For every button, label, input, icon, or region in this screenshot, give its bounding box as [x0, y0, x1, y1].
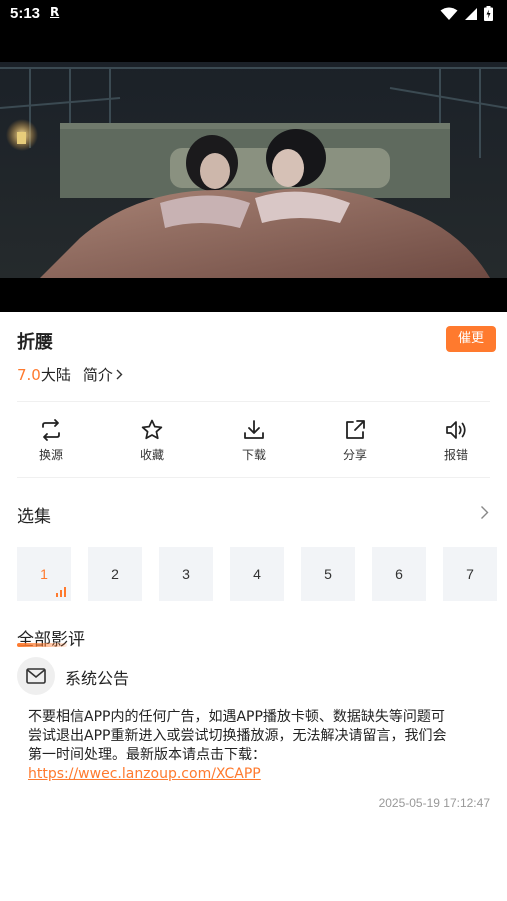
speaker-icon [446, 421, 466, 439]
action-bar: 换源 收藏 下载 分享 报错 [0, 418, 507, 466]
notice-text: 不要相信APP内的任何广告，如遇APP播放卡顿、数据缺失等问题可尝试退出APP重… [28, 709, 447, 763]
urge-update-button[interactable]: 催更 [446, 326, 496, 352]
episode-button[interactable]: 2 [88, 547, 142, 601]
episode-number: 7 [466, 566, 474, 582]
mail-icon [26, 668, 46, 684]
chevron-right-icon[interactable] [480, 505, 489, 520]
intro-label: 简介 [82, 366, 113, 384]
episode-button[interactable]: 7 [443, 547, 497, 601]
switch-source-button[interactable]: 换源 [16, 418, 86, 463]
episode-number: 2 [111, 566, 119, 582]
status-icons [440, 6, 493, 21]
chevron-right-icon [116, 369, 123, 380]
episode-number: 4 [253, 566, 261, 582]
episode-button[interactable]: 5 [301, 547, 355, 601]
download-icon [244, 420, 264, 439]
episode-number: 5 [324, 566, 332, 582]
episode-number: 1 [40, 566, 48, 582]
episode-button[interactable]: 1 [17, 547, 71, 601]
status-time: 5:13 [10, 5, 41, 22]
video-frame [0, 62, 507, 278]
switch-source-label: 换源 [38, 448, 63, 462]
favorite-button[interactable]: 收藏 [117, 418, 187, 463]
notice-author: 系统公告 [65, 669, 130, 688]
favorite-label: 收藏 [139, 448, 164, 462]
share-button[interactable]: 分享 [320, 418, 390, 463]
share-label: 分享 [342, 448, 367, 462]
battery-icon [484, 6, 493, 21]
share-icon [346, 420, 365, 439]
download-label: 下载 [241, 448, 266, 462]
playing-bars-icon [56, 587, 66, 597]
wifi-icon [440, 7, 458, 20]
reviews-underline [17, 643, 67, 647]
report-error-label: 报错 [443, 448, 468, 462]
show-title: 折腰 [17, 332, 53, 353]
signal-icon [465, 7, 477, 20]
notice-body: 不要相信APP内的任何广告，如遇APP播放卡顿、数据缺失等问题可尝试退出APP重… [28, 708, 448, 784]
show-meta: 7.0 大陆 简介 [17, 364, 123, 385]
episode-number: 3 [182, 566, 190, 582]
notice-timestamp: 2025-05-19 17:12:47 [378, 796, 490, 810]
score: 7.0 [17, 365, 41, 384]
status-bar: 5:13 R [0, 0, 507, 28]
video-player[interactable] [0, 28, 507, 312]
episodes-title[interactable]: 选集 [17, 502, 51, 527]
episode-button[interactable]: 4 [230, 547, 284, 601]
episode-number: 6 [395, 566, 403, 582]
episode-button[interactable]: 3 [159, 547, 213, 601]
divider [17, 477, 490, 478]
notification-icon: R [50, 5, 60, 19]
star-icon [141, 419, 163, 440]
region: 大陆 [40, 366, 71, 384]
intro-link[interactable]: 简介 [83, 364, 123, 385]
download-link[interactable]: https://wwec.lanzoup.com/XCAPP [28, 766, 261, 782]
episode-button[interactable]: 6 [372, 547, 426, 601]
avatar [17, 657, 55, 695]
divider [17, 401, 490, 402]
switch-source-icon [42, 419, 60, 441]
report-error-button[interactable]: 报错 [421, 418, 491, 463]
download-button[interactable]: 下载 [219, 418, 289, 463]
